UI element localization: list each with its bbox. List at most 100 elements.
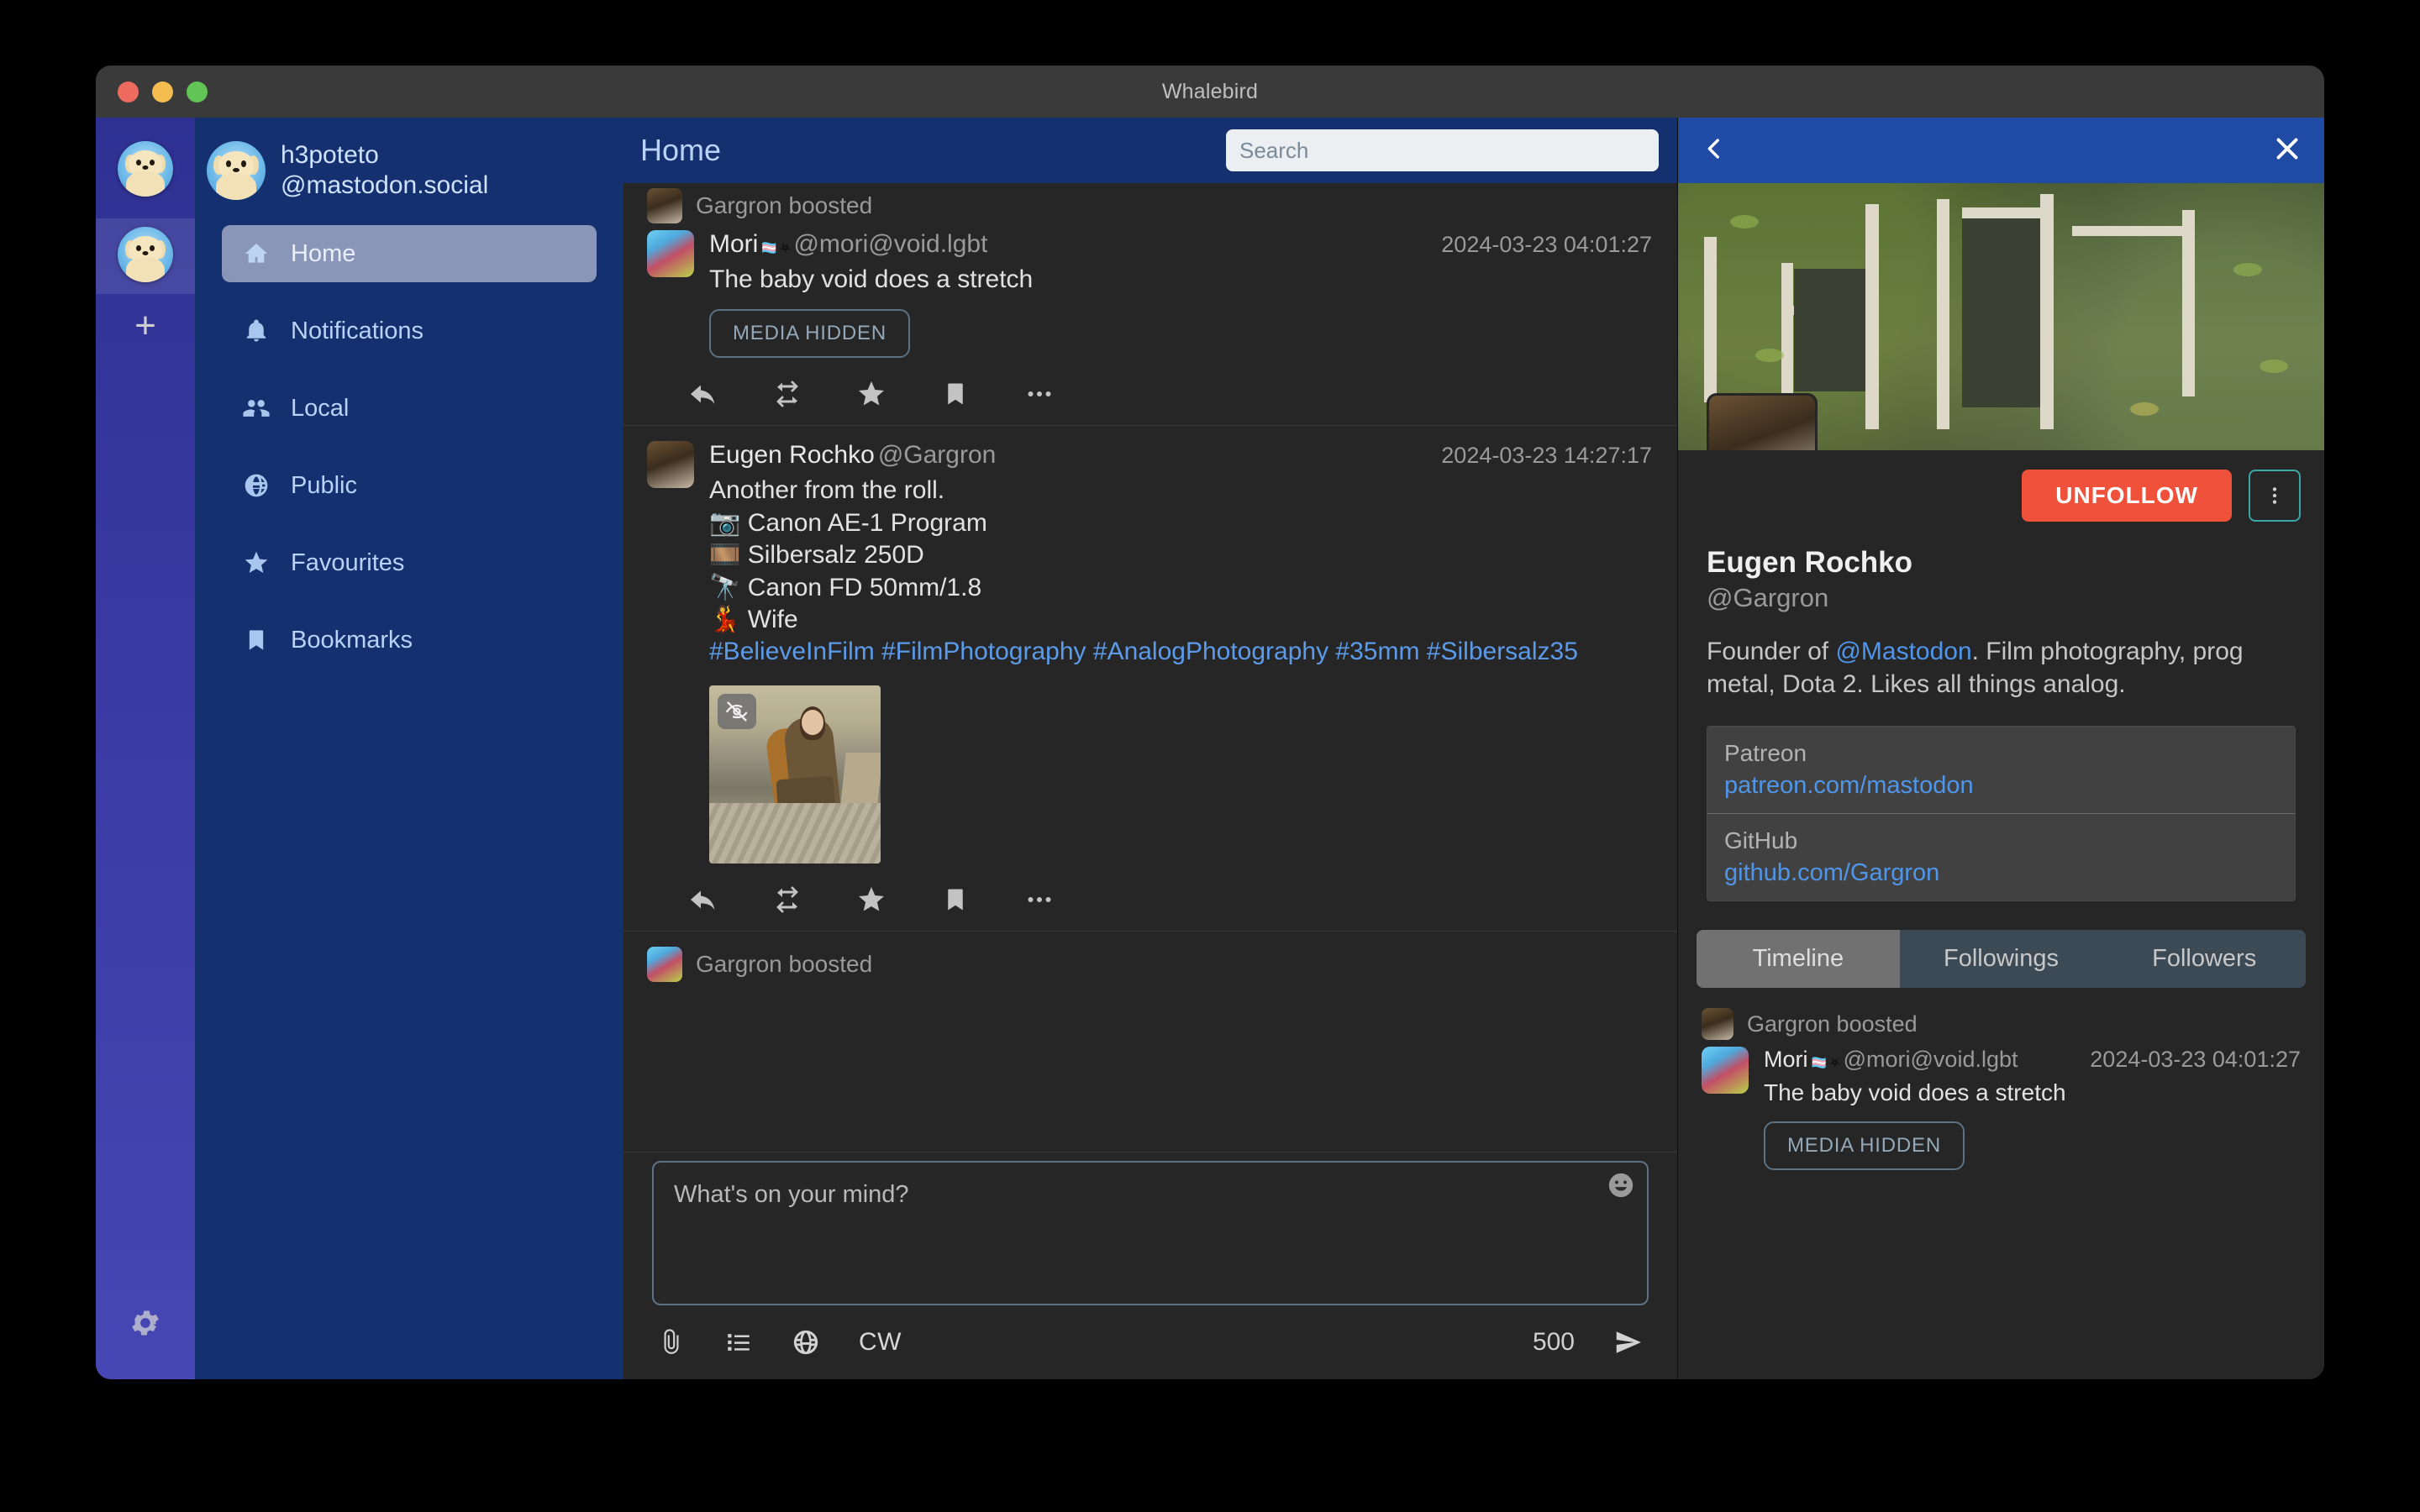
tab-followers[interactable]: Followers xyxy=(2102,930,2306,988)
close-icon[interactable] xyxy=(2272,134,2302,168)
hashtag-line[interactable]: #BelieveInFilm #FilmPhotography #AnalogP… xyxy=(709,636,1652,668)
status-display-name: Mori xyxy=(709,230,759,258)
paperclip-icon[interactable] xyxy=(657,1328,686,1357)
sidebar-item-label: Local xyxy=(291,394,350,422)
sidebar-item-label: Notifications xyxy=(291,317,424,344)
boost-icon[interactable] xyxy=(771,884,803,916)
favourite-icon[interactable] xyxy=(855,378,887,410)
search-input[interactable] xyxy=(1226,129,1659,171)
app-window: Whalebird + h3poteto @mastodon.social Ho… xyxy=(96,66,2324,1379)
vertical-dots-icon[interactable] xyxy=(2249,470,2301,522)
close-window-button[interactable] xyxy=(118,81,139,102)
bookmark-icon[interactable] xyxy=(939,378,971,410)
more-icon[interactable] xyxy=(1023,378,1055,410)
gear-icon[interactable] xyxy=(129,1306,162,1344)
people-icon xyxy=(242,394,271,423)
status-body-line: 🎞️ Silbersalz 250D xyxy=(709,541,924,570)
account-display-name: h3poteto xyxy=(281,141,379,169)
avatar xyxy=(647,946,682,982)
detail-panel-header xyxy=(1678,118,2324,183)
status-timestamp: 2024-03-23 04:01:27 xyxy=(2090,1047,2301,1072)
avatar xyxy=(647,188,682,223)
sidebar-item-notifications[interactable]: Notifications xyxy=(222,302,597,360)
status-timestamp: 2024-03-23 14:27:17 xyxy=(1441,443,1652,469)
home-icon xyxy=(242,239,271,268)
avatar xyxy=(207,141,266,200)
status-item[interactable]: Eugen Rochko @Gargron 2024-03-23 14:27:1… xyxy=(623,426,1677,932)
bookmark-icon xyxy=(242,626,271,654)
minimize-window-button[interactable] xyxy=(152,81,173,102)
boost-icon[interactable] xyxy=(771,378,803,410)
status-actions xyxy=(647,358,1652,417)
emoji-icon[interactable] xyxy=(1607,1171,1635,1204)
profile-note-prefix: Founder of xyxy=(1707,638,1836,665)
favourite-icon[interactable] xyxy=(855,884,887,916)
more-icon[interactable] xyxy=(1023,884,1055,916)
profile-fields: Patreon patreon.com/mastodon GitHub gith… xyxy=(1707,726,2296,901)
avatar xyxy=(1702,1008,1733,1040)
sidebar-item-local[interactable]: Local xyxy=(222,380,597,437)
poll-icon[interactable] xyxy=(724,1328,753,1357)
chevron-left-icon[interactable] xyxy=(1700,134,1728,167)
content-warning-button[interactable]: CW xyxy=(859,1328,902,1357)
center-header: Home xyxy=(623,118,1677,183)
account-handle: @mastodon.social xyxy=(281,171,489,199)
maximize-window-button[interactable] xyxy=(187,81,208,102)
media-hidden-button[interactable]: MEDIA HIDDEN xyxy=(1764,1121,1965,1170)
send-icon[interactable] xyxy=(1613,1327,1644,1357)
avatar[interactable] xyxy=(647,441,694,489)
compose-placeholder: What's on your mind? xyxy=(674,1181,909,1208)
boost-line: Gargron boosted xyxy=(1702,1008,2301,1040)
sidebar-item-bookmarks[interactable]: Bookmarks xyxy=(222,612,597,669)
page-title: Home xyxy=(640,133,722,167)
profile-field-name: GitHub xyxy=(1724,827,1798,853)
profile-action-row: UNFOLLOW xyxy=(1678,450,2324,538)
unfollow-button[interactable]: UNFOLLOW xyxy=(2022,470,2232,522)
status-body: The baby void does a stretch xyxy=(1764,1079,2066,1105)
search-wrap xyxy=(1226,129,1659,171)
eye-off-icon[interactable] xyxy=(718,693,756,729)
status-item[interactable]: Gargron boosted Mori 🏳️‍⚧️ ⛧ @mori@void.… xyxy=(623,183,1677,427)
profile-field-value[interactable]: github.com/Gargron xyxy=(1724,859,2278,887)
profile-avatar[interactable] xyxy=(1707,393,1818,450)
rail-avatar-primary[interactable] xyxy=(118,141,173,197)
profile-tabs: Timeline Followings Followers xyxy=(1697,930,2306,988)
reply-icon[interactable] xyxy=(687,884,719,916)
status-body-line: 🔭 Canon FD 50mm/1.8 xyxy=(709,573,982,601)
profile-timeline[interactable]: Gargron boosted Mori 🏳️‍⚧️ ⛧ @mori@void.… xyxy=(1678,988,2324,1379)
status-item[interactable]: Gargron boosted xyxy=(623,932,1677,997)
boost-label: Gargron boosted xyxy=(696,192,873,218)
sidebar-item-label: Home xyxy=(291,239,356,267)
globe-icon[interactable] xyxy=(792,1328,820,1357)
status-acct: @mori@void.lgbt xyxy=(1843,1047,2018,1072)
add-account-button[interactable]: + xyxy=(134,307,156,344)
current-account[interactable]: h3poteto @mastodon.social xyxy=(195,136,623,225)
profile-field-value[interactable]: patreon.com/mastodon xyxy=(1724,772,2278,800)
app-body: + h3poteto @mastodon.social Home Notific… xyxy=(96,118,2324,1379)
media-hidden-button[interactable]: MEDIA HIDDEN xyxy=(709,309,910,359)
reply-icon[interactable] xyxy=(687,378,719,410)
profile-note-mention[interactable]: @Mastodon xyxy=(1835,638,1971,665)
account-rail: + xyxy=(96,118,195,1379)
window-controls xyxy=(96,81,208,102)
sidebar-item-favourites[interactable]: Favourites xyxy=(222,534,597,591)
compose-textarea[interactable]: What's on your mind? xyxy=(652,1161,1649,1305)
status-display-name: Mori xyxy=(1764,1047,1808,1072)
tab-followings[interactable]: Followings xyxy=(1900,930,2103,988)
bell-icon xyxy=(242,317,271,345)
status-item[interactable]: Gargron boosted Mori 🏳️‍⚧️ ⛧ @mori@void.… xyxy=(1702,1003,2301,1170)
sidebar-nav: h3poteto @mastodon.social Home Notificat… xyxy=(195,118,623,1379)
tab-timeline[interactable]: Timeline xyxy=(1697,930,1900,988)
bookmark-icon[interactable] xyxy=(939,884,971,916)
sidebar-item-home[interactable]: Home xyxy=(222,225,597,282)
status-media-thumbnail[interactable] xyxy=(709,685,881,864)
rail-avatar-mastodon-social[interactable] xyxy=(118,227,173,282)
avatar[interactable] xyxy=(1702,1047,1749,1094)
sidebar-item-public[interactable]: Public xyxy=(222,457,597,514)
globe-icon xyxy=(242,471,271,500)
rail-account-selected[interactable] xyxy=(96,218,195,294)
timeline-list[interactable]: Gargron boosted Mori 🏳️‍⚧️ ⛧ @mori@void.… xyxy=(623,183,1677,1152)
flag-emoji: 🏳️‍⚧️ xyxy=(1811,1057,1827,1070)
profile-header-image xyxy=(1678,183,2324,450)
avatar[interactable] xyxy=(647,230,694,277)
